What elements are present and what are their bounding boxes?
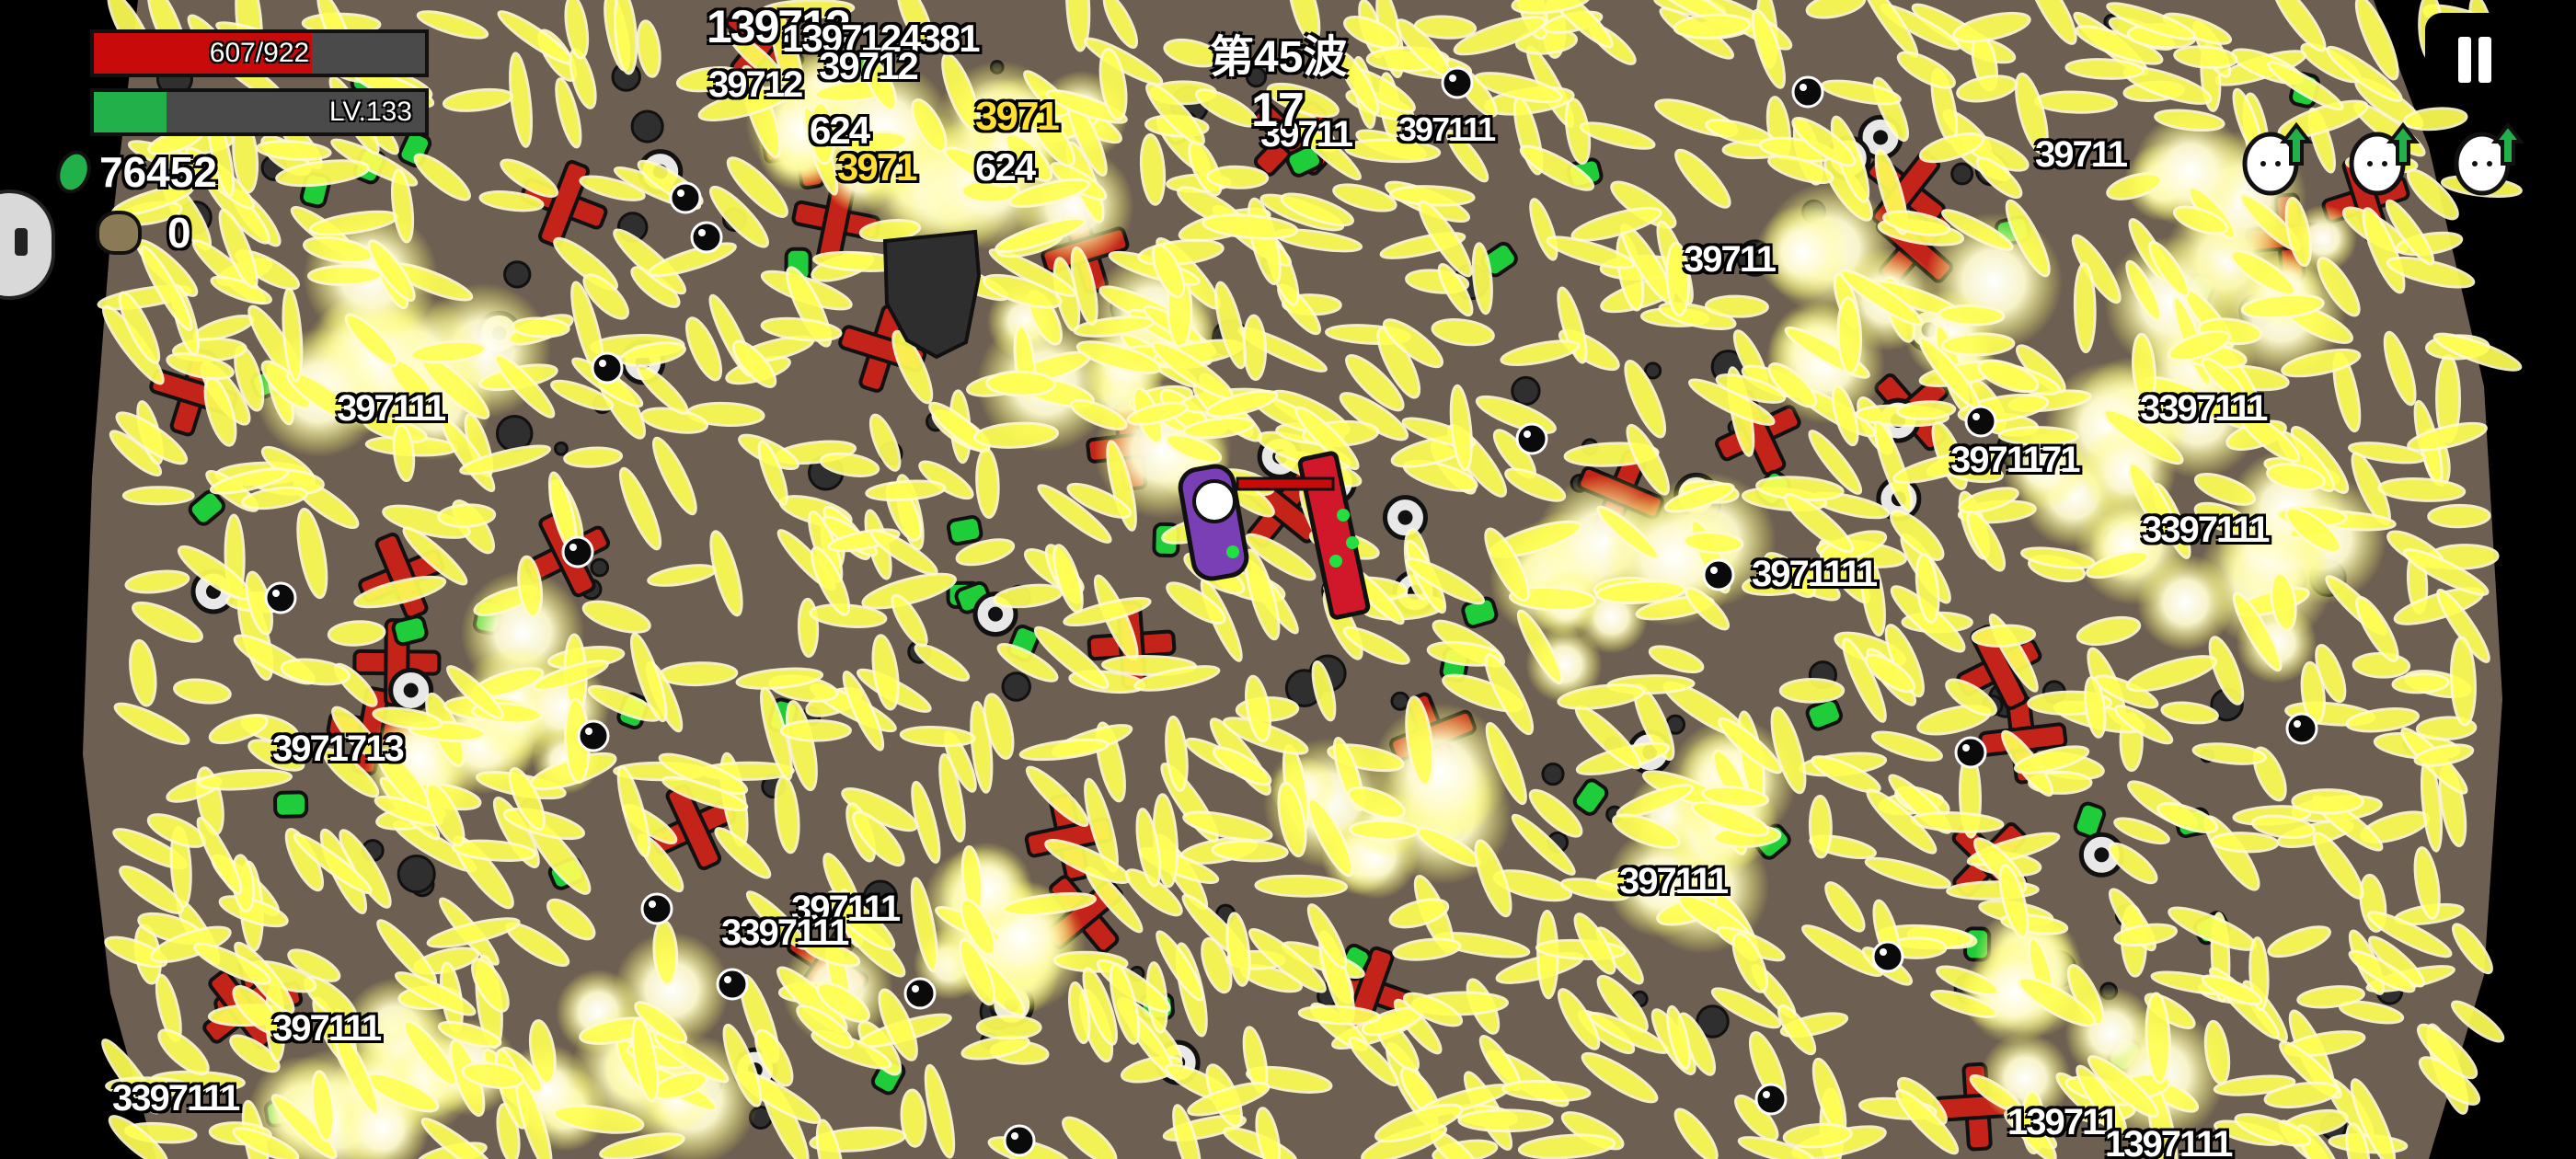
debris-rock <box>495 414 534 453</box>
yellow-blade-projectile <box>2427 503 2491 529</box>
health-text: 607/922 <box>209 38 310 68</box>
damage-number: 3971111 <box>1752 554 1878 594</box>
yellow-blade-projectile <box>975 1015 1042 1040</box>
damage-number: 3971 <box>837 145 917 189</box>
yellow-blade-projectile <box>1349 819 1420 841</box>
black-bomb <box>716 968 749 1001</box>
debris-rock <box>1001 671 1031 702</box>
black-bomb <box>1964 405 1997 438</box>
damage-number: 3397111 <box>2140 388 2268 429</box>
yellow-blade-projectile <box>1206 165 1270 189</box>
yellow-blade-projectile <box>306 264 384 286</box>
black-bomb <box>561 535 594 568</box>
black-bomb <box>1515 422 1548 455</box>
debris-rock <box>503 260 532 289</box>
pause-icon <box>2425 13 2523 105</box>
yellow-blade-projectile <box>1704 294 1769 318</box>
enemy-green-slime <box>946 515 983 546</box>
debris-rock <box>630 109 664 143</box>
yellow-blade-projectile <box>1242 314 1268 382</box>
gem-counter: 76452 <box>50 145 217 199</box>
black-bomb <box>1791 75 1824 109</box>
yellow-blade-projectile <box>2352 652 2411 679</box>
debris-rock <box>1950 162 1974 186</box>
yellow-blade-projectile <box>1938 304 2006 327</box>
pause-button[interactable] <box>2425 13 2523 105</box>
damage-number: 3397111 <box>112 1078 240 1119</box>
tab-handle-icon <box>15 228 28 256</box>
black-bomb <box>591 351 624 384</box>
yellow-blade-projectile <box>2034 90 2118 114</box>
yellow-blade-projectile <box>779 719 852 742</box>
wave-label: 第45波 <box>1210 33 1348 82</box>
black-bomb <box>1702 558 1735 591</box>
coin-counter: 0 <box>96 208 191 258</box>
black-bomb <box>1754 1083 1788 1116</box>
damage-number: 624 <box>975 145 1036 189</box>
debris-rock <box>1390 691 1410 711</box>
debris-rock <box>554 441 569 456</box>
debris-rock <box>1644 361 1662 380</box>
black-bomb <box>1954 736 1987 769</box>
black-bomb <box>577 719 610 752</box>
yellow-blade-projectile <box>1778 678 1846 704</box>
yellow-blade-projectile <box>1808 794 1833 859</box>
coin-count: 0 <box>167 209 191 257</box>
yellow-blade-projectile <box>1940 332 2016 357</box>
egg-upgrade-icon[interactable] <box>2453 118 2525 197</box>
yellow-blade-projectile <box>985 370 1057 397</box>
black-bomb <box>640 892 673 925</box>
damage-number: 1397111 <box>2105 1124 2233 1159</box>
damage-number: 39711 <box>1684 239 1777 280</box>
damage-number: 397111 <box>1398 110 1496 148</box>
yellow-blade-projectile <box>2291 788 2364 815</box>
yellow-blade-projectile <box>1457 1108 1554 1133</box>
egg-upgrade-icon[interactable] <box>2241 118 2314 197</box>
black-bomb <box>264 581 297 614</box>
damage-number: 3971171 <box>1950 440 2081 480</box>
yellow-blade-projectile <box>2073 262 2097 354</box>
damage-number: 39711 <box>2035 134 2128 175</box>
damage-number: 39712 <box>819 44 919 87</box>
gem-count: 76452 <box>99 148 217 196</box>
black-bomb <box>1871 940 1904 973</box>
debris-rock <box>397 855 436 894</box>
black-bomb <box>903 977 937 1010</box>
debris-rock <box>1541 762 1565 786</box>
coin-bag-icon <box>96 211 142 255</box>
yellow-blade-projectile <box>121 486 195 506</box>
enemy-green-slime <box>272 790 309 819</box>
black-bomb <box>690 221 723 254</box>
level-text: LV.133 <box>328 97 412 127</box>
black-bomb <box>1441 66 1474 99</box>
black-bomb <box>1003 1124 1036 1157</box>
experience-bar: LV.133 <box>90 88 429 136</box>
wave-timer: 17 <box>1251 84 1305 137</box>
damage-number: 3971713 <box>272 729 405 769</box>
health-bar: 607/922 <box>90 29 429 77</box>
damage-number: 397111 <box>272 1008 382 1049</box>
black-bomb <box>2285 712 2318 745</box>
damage-number: 397111 <box>337 388 446 429</box>
debris-rock <box>1511 375 1541 407</box>
gem-icon <box>50 145 98 199</box>
enemy-green-slime <box>391 614 429 647</box>
damage-number: 3397111 <box>721 912 849 953</box>
experience-bar-fill <box>94 92 167 132</box>
egg-upgrade-icon[interactable] <box>2348 118 2421 197</box>
damage-number: 39712 <box>708 64 803 105</box>
battle-arena <box>83 0 2523 1159</box>
game-stage[interactable]: 139712 1397124381 39712 39712 3971 624 3971 624… <box>0 0 2576 1159</box>
damage-number: 139711 <box>2007 1102 2119 1142</box>
yellow-blade-projectile <box>1254 874 1349 898</box>
black-bomb <box>669 181 702 214</box>
damage-number: 3397111 <box>2142 510 2270 550</box>
damage-number: 3971 <box>975 94 1060 139</box>
debris-rock <box>590 557 610 578</box>
damage-number: 397111 <box>1619 861 1729 901</box>
